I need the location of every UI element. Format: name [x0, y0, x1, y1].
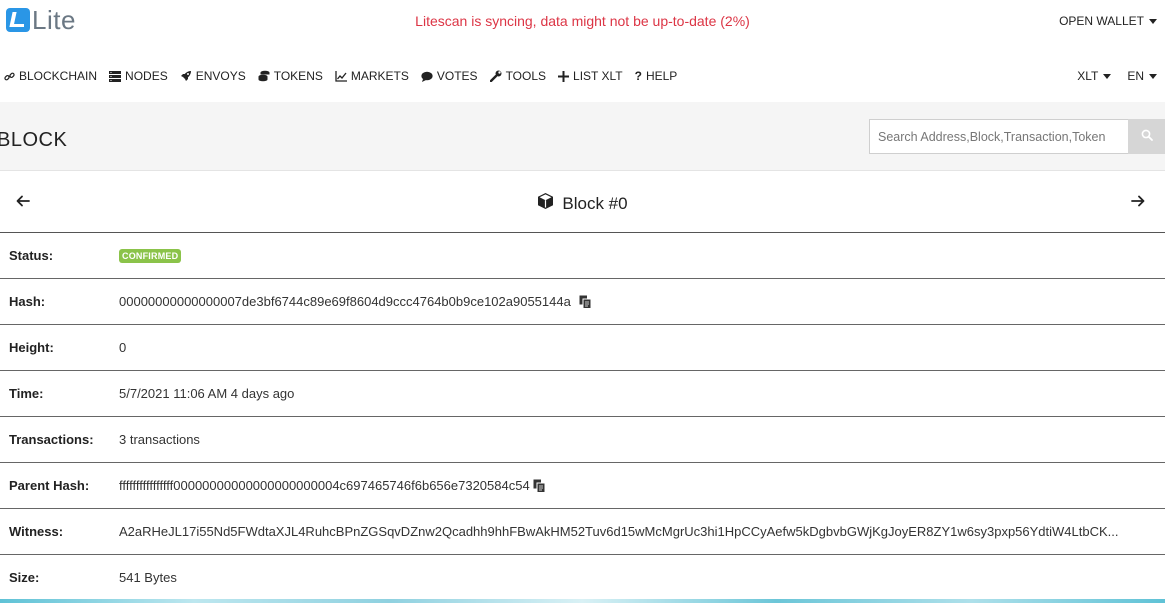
- search-input[interactable]: [869, 119, 1128, 154]
- nav-label: TOOLS: [505, 69, 547, 83]
- nav-item-envoys[interactable]: ENVOYS: [180, 69, 246, 83]
- server-icon: [109, 70, 122, 82]
- row-value-parent-hash: ffffffffffffffff00000000000000000000004c…: [119, 478, 546, 493]
- row-value-transactions[interactable]: 3 transactions: [119, 432, 200, 447]
- copy-icon[interactable]: [533, 479, 546, 493]
- nav-label: TOKENS: [273, 69, 323, 83]
- open-wallet-dropdown[interactable]: OPEN WALLET: [1059, 14, 1157, 28]
- open-wallet-label: OPEN WALLET: [1059, 14, 1144, 28]
- nav-label: VOTES: [436, 69, 478, 83]
- currency-label: XLT: [1077, 69, 1099, 83]
- question-icon: ?: [634, 69, 642, 83]
- nav-item-list-xlt[interactable]: LIST XLT: [558, 69, 623, 83]
- nav-label: LIST XLT: [573, 69, 623, 83]
- currency-dropdown[interactable]: XLT: [1077, 69, 1112, 83]
- nav-item-tools[interactable]: TOOLS: [489, 69, 547, 83]
- nav-item-nodes[interactable]: NODES: [109, 69, 168, 83]
- nav-label: NODES: [125, 69, 168, 83]
- search-button[interactable]: [1128, 119, 1165, 154]
- nav-item-markets[interactable]: MARKETS: [335, 69, 409, 83]
- row-label: Hash:: [9, 294, 46, 309]
- sync-status-message: Litescan is syncing, data might not be u…: [415, 13, 750, 29]
- row-value-height: 0: [119, 340, 127, 355]
- row-value-size: 541 Bytes: [119, 570, 177, 585]
- coins-icon: [258, 70, 270, 82]
- row-label: Witness:: [9, 524, 64, 539]
- row-label: Height:: [9, 340, 54, 355]
- chart-icon: [335, 70, 347, 82]
- row-label: Status:: [9, 248, 54, 263]
- search-form: [869, 119, 1165, 154]
- nav-item-blockchain[interactable]: BLOCKCHAIN: [4, 69, 97, 83]
- detail-row-witness: Witness: A2aRHeJL17i55Nd5FWdtaXJL4RuhcBP…: [0, 509, 1165, 555]
- nav-label: HELP: [645, 69, 678, 83]
- top-bar: Lite Litescan is syncing, data might not…: [0, 0, 1165, 48]
- detail-row-height: Height: 0: [0, 325, 1165, 371]
- main-nav: BLOCKCHAIN NODES ENVOYS TOKENS MARKETS V…: [0, 64, 1165, 88]
- language-dropdown[interactable]: EN: [1127, 69, 1157, 83]
- comment-icon: [421, 71, 433, 82]
- nav-label: MARKETS: [350, 69, 409, 83]
- row-label: Size:: [9, 570, 40, 585]
- copy-icon[interactable]: [579, 295, 592, 309]
- nav-item-help[interactable]: ? HELP: [635, 69, 678, 83]
- row-value-time: 5/7/2021 11:06 AM 4 days ago: [119, 386, 295, 401]
- footer-decoration: [0, 599, 1165, 603]
- caret-down-icon: [1149, 18, 1157, 24]
- plus-icon: [558, 70, 570, 82]
- caret-down-icon: [1149, 73, 1157, 79]
- page-header: BLOCK: [0, 102, 1165, 171]
- row-label: Transactions:: [9, 432, 94, 447]
- block-navigation: Block #0: [0, 171, 1165, 233]
- detail-row-status: Status: CONFIRMED: [0, 233, 1165, 279]
- page-title: BLOCK: [0, 129, 68, 151]
- hash-value: 00000000000000007de3bf6744c89e69f8604d9c…: [119, 294, 571, 309]
- cube-icon: [537, 192, 554, 215]
- arrow-right-icon: [1131, 195, 1145, 207]
- nav-item-tokens[interactable]: TOKENS: [258, 69, 323, 83]
- detail-row-parent-hash: Parent Hash: ffffffffffffffff00000000000…: [0, 463, 1165, 509]
- rocket-icon: [180, 70, 192, 82]
- nav-label: BLOCKCHAIN: [19, 69, 98, 83]
- detail-row-hash: Hash: 00000000000000007de3bf6744c89e69f8…: [0, 279, 1165, 325]
- nav-item-votes[interactable]: VOTES: [421, 69, 478, 83]
- status-badge: CONFIRMED: [119, 249, 182, 263]
- detail-row-transactions: Transactions: 3 transactions: [0, 417, 1165, 463]
- wrench-icon: [489, 70, 502, 82]
- next-block-button[interactable]: [1128, 191, 1148, 211]
- block-heading: Block #0: [0, 192, 1165, 215]
- row-value-status: CONFIRMED: [119, 248, 182, 263]
- block-details-table: Status: CONFIRMED Hash: 0000000000000000…: [0, 233, 1165, 600]
- row-label: Parent Hash:: [9, 478, 90, 493]
- row-value-witness: A2aRHeJL17i55Nd5FWdtaXJL4RuhcBPnZGSqvDZn…: [119, 524, 1119, 539]
- link-icon: [4, 71, 15, 82]
- row-value-hash: 00000000000000007de3bf6744c89e69f8604d9c…: [119, 294, 592, 309]
- nav-label: ENVOYS: [195, 69, 246, 83]
- detail-row-size: Size: 541 Bytes: [0, 555, 1165, 600]
- search-icon: [1141, 128, 1153, 146]
- detail-row-time: Time: 5/7/2021 11:06 AM 4 days ago: [0, 371, 1165, 417]
- caret-down-icon: [1103, 73, 1112, 79]
- row-label: Time:: [9, 386, 44, 401]
- language-label: EN: [1127, 69, 1144, 83]
- parent-hash-value: ffffffffffffffff00000000000000000000004c…: [119, 478, 530, 493]
- block-title: Block #0: [562, 193, 628, 213]
